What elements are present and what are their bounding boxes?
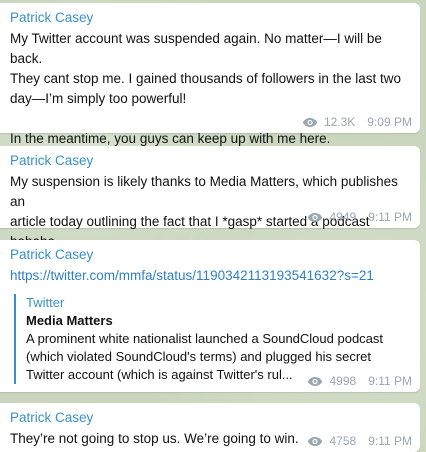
- author-name[interactable]: Patrick Casey: [10, 152, 410, 170]
- view-count: 12.3K: [323, 115, 356, 129]
- message-meta: 12.3K 9:09 PM: [302, 115, 412, 129]
- eye-icon: [308, 212, 323, 222]
- message-time: 9:11 PM: [368, 434, 412, 448]
- author-name[interactable]: Patrick Casey: [10, 9, 410, 27]
- message-line: My Twitter account was suspended again. …: [10, 31, 382, 66]
- message-meta: 4758 9:11 PM: [307, 434, 412, 448]
- tweet-link[interactable]: https://twitter.com/mmfa/status/11903421…: [10, 266, 410, 286]
- author-name[interactable]: Patrick Casey: [10, 246, 410, 264]
- message-line: My suspension is likely thanks to Media …: [10, 174, 398, 209]
- preview-desc-line: (which violated SoundCloud's terms) and …: [26, 349, 372, 364]
- eye-icon: [308, 436, 323, 446]
- message-line: day—I’m simply too powerful!: [10, 91, 187, 106]
- view-count: 4998: [329, 374, 357, 388]
- eye-icon: [308, 376, 323, 386]
- link-preview[interactable]: Twitter Media Matters A prominent white …: [14, 294, 410, 384]
- message-time: 9:09 PM: [367, 115, 412, 129]
- preview-site: Twitter: [26, 295, 65, 310]
- message-meta: 4949 9:11 PM: [307, 210, 412, 224]
- preview-desc-line: A prominent white nationalist launched a…: [26, 331, 384, 346]
- preview-title: Media Matters: [26, 313, 113, 328]
- message-time: 9:11 PM: [368, 374, 412, 388]
- author-name[interactable]: Patrick Casey: [10, 409, 410, 427]
- view-count: 4949: [329, 210, 357, 224]
- message-2[interactable]: Patrick Casey My suspension is likely th…: [0, 146, 420, 249]
- message-line: They cant stop me. I gained thousands of…: [10, 71, 401, 86]
- message-4[interactable]: Patrick Casey They’re not going to stop …: [0, 403, 420, 452]
- view-count: 4758: [329, 434, 357, 448]
- eye-icon: [302, 117, 318, 127]
- message-text: My Twitter account was suspended again. …: [10, 29, 410, 149]
- message-1[interactable]: Patrick Casey My Twitter account was sus…: [0, 3, 420, 146]
- message-time: 9:11 PM: [368, 210, 412, 224]
- message-3[interactable]: Patrick Casey https://twitter.com/mmfa/s…: [0, 240, 420, 392]
- message-meta: 4998 9:11 PM: [307, 374, 412, 388]
